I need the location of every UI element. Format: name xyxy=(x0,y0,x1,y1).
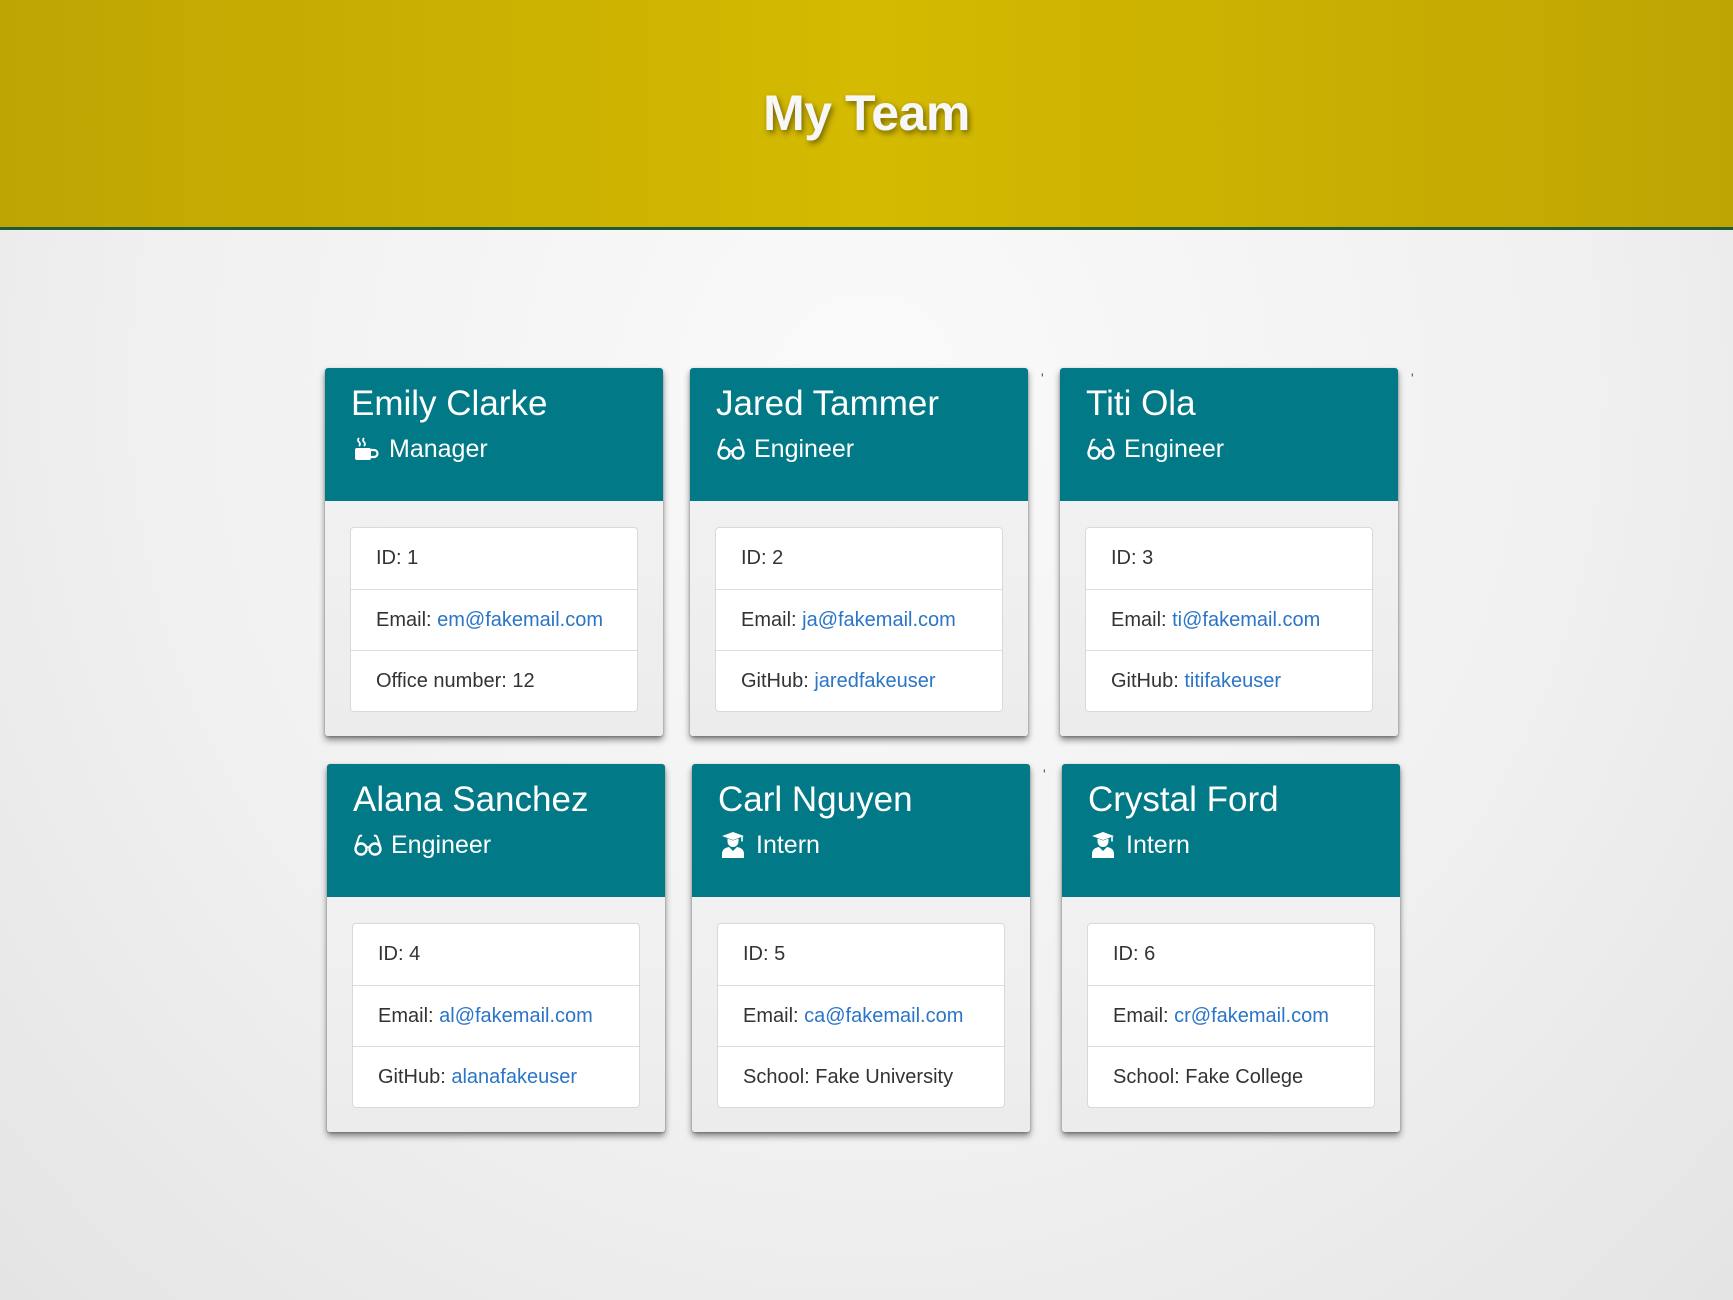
email-link[interactable]: ti@fakemail.com xyxy=(1172,609,1320,631)
employee-card-manager: Emily Clarke Manager ID: 1 Email: em@fak… xyxy=(325,368,663,736)
info-list: ID: 1 Email: em@fakemail.com Office numb… xyxy=(350,527,638,712)
github-label: GitHub: xyxy=(378,1066,452,1088)
employee-school: School: Fake University xyxy=(718,1046,1004,1107)
employee-role: Engineer xyxy=(1086,434,1398,464)
coffee-mug-icon xyxy=(351,435,381,463)
employee-id: ID: 4 xyxy=(378,943,421,965)
stray-mark: ' xyxy=(1043,766,1046,782)
office-number: Office number: 12 xyxy=(351,650,637,711)
employee-name: Jared Tammer xyxy=(716,384,940,423)
email-label: Email: xyxy=(743,1005,805,1027)
employee-id: ID: 2 xyxy=(741,547,784,569)
card-body: ID: 3 Email: ti@fakemail.com GitHub: tit… xyxy=(1060,501,1398,712)
email-label: Email: xyxy=(376,609,438,631)
employee-name: Emily Clarke xyxy=(351,384,548,423)
card-body: ID: 6 Email: cr@fakemail.com School: Fak… xyxy=(1062,897,1400,1108)
employee-role-label: Engineer xyxy=(754,435,855,463)
stray-mark: ' xyxy=(1411,370,1414,386)
github-link[interactable]: alanafakeuser xyxy=(451,1066,577,1088)
employee-role: Engineer xyxy=(716,434,1028,464)
email-label: Email: xyxy=(741,609,803,631)
employee-id: ID: 1 xyxy=(376,547,419,569)
card-header: Jared Tammer Engineer xyxy=(690,368,1028,501)
employee-email: Email: em@fakemail.com xyxy=(351,589,637,650)
employee-name: Alana Sanchez xyxy=(353,780,589,819)
employee-email: Email: ja@fakemail.com xyxy=(716,589,1002,650)
employee-id: ID: 5 xyxy=(743,943,786,965)
card-header: Carl Nguyen Intern xyxy=(692,764,1030,897)
employee-id: ID: 3 xyxy=(1111,547,1154,569)
email-link[interactable]: ja@fakemail.com xyxy=(802,609,956,631)
employee-card-engineer: Titi Ola Engineer ID: 3 Email: ti@fakema… xyxy=(1060,368,1398,736)
info-list: ID: 6 Email: cr@fakemail.com School: Fak… xyxy=(1087,923,1375,1108)
employee-github: GitHub: jaredfakeuser xyxy=(716,650,1002,711)
employee-role-label: Intern xyxy=(756,831,820,859)
email-link[interactable]: ca@fakemail.com xyxy=(804,1005,963,1027)
github-link[interactable]: jaredfakeuser xyxy=(814,670,935,692)
info-list: ID: 4 Email: al@fakemail.com GitHub: ala… xyxy=(352,923,640,1108)
employee-email: Email: ti@fakemail.com xyxy=(1086,589,1372,650)
card-header: Alana Sanchez Engineer xyxy=(327,764,665,897)
page-header: My Team xyxy=(0,0,1733,230)
github-link[interactable]: titifakeuser xyxy=(1184,670,1281,692)
email-link[interactable]: cr@fakemail.com xyxy=(1174,1005,1329,1027)
stray-mark: ' xyxy=(1041,370,1044,386)
card-body: ID: 4 Email: al@fakemail.com GitHub: ala… xyxy=(327,897,665,1108)
employee-card-intern: Crystal Ford Intern ID: 6 Email: cr@fake… xyxy=(1062,764,1400,1132)
card-header: Emily Clarke Manager xyxy=(325,368,663,501)
graduate-icon xyxy=(1088,831,1118,859)
graduate-icon xyxy=(718,831,748,859)
employee-school: School: Fake College xyxy=(1088,1046,1374,1107)
employee-email: Email: cr@fakemail.com xyxy=(1088,985,1374,1046)
employee-role-label: Engineer xyxy=(391,831,492,859)
email-label: Email: xyxy=(1111,609,1173,631)
email-label: Email: xyxy=(1113,1005,1175,1027)
card-body: ID: 1 Email: em@fakemail.com Office numb… xyxy=(325,501,663,712)
employee-name: Carl Nguyen xyxy=(718,780,913,819)
employee-role-label: Manager xyxy=(389,435,488,463)
card-body: ID: 5 Email: ca@fakemail.com School: Fak… xyxy=(692,897,1030,1108)
employee-role: Intern xyxy=(1088,830,1400,860)
employee-email: Email: al@fakemail.com xyxy=(353,985,639,1046)
page-title: My Team xyxy=(763,85,970,141)
employee-role-label: Intern xyxy=(1126,831,1190,859)
employee-role: Intern xyxy=(718,830,1030,860)
employee-id: ID: 6 xyxy=(1113,943,1156,965)
github-label: GitHub: xyxy=(1111,670,1185,692)
employee-github: GitHub: titifakeuser xyxy=(1086,650,1372,711)
employee-card-engineer: Jared Tammer Engineer ID: 2 Email: ja@fa… xyxy=(690,368,1028,736)
card-body: ID: 2 Email: ja@fakemail.com GitHub: jar… xyxy=(690,501,1028,712)
employee-card-engineer: Alana Sanchez Engineer ID: 4 Email: al@f… xyxy=(327,764,665,1132)
email-link[interactable]: al@fakemail.com xyxy=(439,1005,593,1027)
email-link[interactable]: em@fakemail.com xyxy=(437,609,603,631)
employee-card-intern: Carl Nguyen Intern ID: 5 Email: ca@fakem… xyxy=(692,764,1030,1132)
employee-github: GitHub: alanafakeuser xyxy=(353,1046,639,1107)
employee-role: Manager xyxy=(351,434,663,464)
info-list: ID: 5 Email: ca@fakemail.com School: Fak… xyxy=(717,923,1005,1108)
glasses-icon xyxy=(353,831,383,859)
info-list: ID: 2 Email: ja@fakemail.com GitHub: jar… xyxy=(715,527,1003,712)
employee-email: Email: ca@fakemail.com xyxy=(718,985,1004,1046)
info-list: ID: 3 Email: ti@fakemail.com GitHub: tit… xyxy=(1085,527,1373,712)
employee-name: Titi Ola xyxy=(1086,384,1196,423)
glasses-icon xyxy=(716,435,746,463)
email-label: Email: xyxy=(378,1005,440,1027)
glasses-icon xyxy=(1086,435,1116,463)
github-label: GitHub: xyxy=(741,670,815,692)
card-header: Crystal Ford Intern xyxy=(1062,764,1400,897)
employee-role-label: Engineer xyxy=(1124,435,1225,463)
card-header: Titi Ola Engineer xyxy=(1060,368,1398,501)
employee-role: Engineer xyxy=(353,830,665,860)
employee-name: Crystal Ford xyxy=(1088,780,1279,819)
